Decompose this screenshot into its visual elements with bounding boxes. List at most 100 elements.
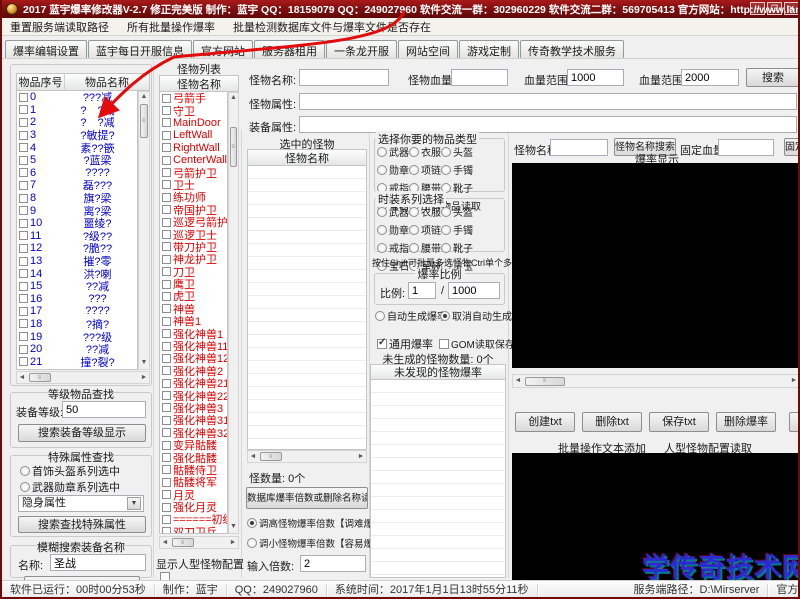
fashion-radio[interactable]: 手镯 — [441, 222, 473, 237]
tab[interactable]: 传奇教学技术服务 — [520, 40, 624, 58]
checkbox[interactable] — [162, 440, 171, 450]
checkbox[interactable] — [19, 344, 28, 354]
txt-action-button[interactable]: 创建txt — [515, 412, 575, 432]
item-type-radio[interactable]: 衣服 — [409, 144, 441, 159]
jewelry-helmet-radio[interactable]: 首饰头盔系列选中 — [20, 463, 120, 479]
ratio-numerator-input[interactable] — [408, 282, 436, 299]
item-table-hscrollbar[interactable]: ◄ ≡ ► — [16, 371, 150, 384]
column-header-item-name[interactable]: 物品名称 — [65, 74, 149, 90]
scroll-down-icon[interactable]: ▼ — [229, 522, 238, 532]
radio-icon[interactable] — [247, 518, 257, 528]
checkbox[interactable] — [162, 502, 171, 512]
list-item[interactable]: 强化神兽21 — [160, 377, 227, 389]
search-button[interactable]: 搜索 — [746, 68, 798, 87]
scroll-right-icon[interactable]: ► — [139, 373, 149, 383]
checkbox[interactable] — [19, 155, 28, 165]
special-attr-dropdown[interactable]: 隐身属性 ▼ — [18, 495, 144, 512]
scroll-thumb[interactable]: ≡ — [140, 104, 148, 138]
scroll-down-icon[interactable]: ▼ — [139, 358, 149, 368]
list-item[interactable]: 变异骷髅 — [160, 439, 227, 451]
list-item[interactable]: 鹰卫 — [160, 278, 227, 290]
column-header-undiscovered[interactable]: 未发现的怪物爆率 — [371, 364, 505, 380]
tab[interactable]: 一条龙开服 — [326, 40, 397, 58]
checkbox[interactable] — [162, 192, 171, 202]
checkbox[interactable] — [19, 319, 28, 329]
checkbox[interactable] — [162, 453, 171, 463]
checkbox[interactable] — [162, 254, 171, 264]
checkbox[interactable] — [162, 93, 171, 103]
checkbox[interactable] — [162, 391, 171, 401]
checkbox[interactable] — [19, 357, 28, 367]
monster-attr-input[interactable] — [299, 93, 797, 110]
checkbox[interactable] — [162, 242, 171, 252]
tab[interactable]: 网站空间 — [398, 40, 458, 58]
scroll-thumb[interactable]: ≡ — [230, 127, 237, 167]
radio-icon[interactable] — [440, 310, 450, 321]
item-type-radio[interactable]: 项链 — [409, 162, 441, 177]
list-item[interactable]: MainDoor — [160, 117, 227, 129]
list-item[interactable]: 强化月灵 — [160, 501, 227, 513]
maximize-button[interactable]: ❐ — [767, 2, 782, 15]
raise-rate-radio[interactable]: 调高怪物爆率倍数【调难爆】 — [247, 516, 383, 530]
equip-level-input[interactable] — [62, 401, 146, 418]
list-item[interactable]: 双刀卫兵 — [160, 526, 227, 533]
checkbox[interactable] — [162, 180, 171, 190]
list-item[interactable]: 强化骷髅 — [160, 451, 227, 464]
checkbox[interactable] — [19, 332, 28, 342]
checkbox[interactable] — [19, 92, 28, 102]
scroll-left-icon[interactable]: ◄ — [248, 452, 258, 462]
ratio-denominator-input[interactable] — [448, 282, 500, 299]
radio-icon[interactable] — [377, 164, 387, 175]
auto-generate-radio[interactable]: 自动生成爆率 — [375, 308, 447, 323]
selected-table-hscrollbar[interactable]: ◄ ≡ ► — [247, 450, 367, 463]
menu-item[interactable]: 批量检测数据库文件与爆率文件是否存在 — [231, 18, 433, 36]
weapon-medal-radio[interactable]: 武器勋章系列选中 — [20, 479, 120, 495]
txt-action-button[interactable]: 删除爆率 — [716, 412, 776, 432]
fashion-radio[interactable]: 武器 — [377, 204, 409, 219]
checkbox[interactable] — [19, 306, 28, 316]
scroll-left-icon[interactable]: ◄ — [513, 376, 523, 386]
radio-icon[interactable] — [20, 482, 30, 492]
scroll-thumb[interactable]: ≡ — [525, 376, 565, 386]
list-item[interactable]: 巡逻弓箭护卫 — [160, 216, 227, 228]
checkbox[interactable] — [162, 465, 171, 475]
checkbox[interactable] — [162, 490, 171, 500]
scroll-left-icon[interactable]: ◄ — [17, 373, 27, 383]
checkbox[interactable] — [162, 316, 171, 326]
list-item[interactable]: 强化神兽3 — [160, 402, 227, 414]
item-type-radio[interactable]: 勋章 — [377, 162, 409, 177]
fixed-hp-search-button-clipped[interactable]: 固定 — [784, 138, 798, 156]
checkbox[interactable] — [162, 267, 171, 277]
tab[interactable]: 游戏定制 — [459, 40, 519, 58]
list-item[interactable]: 强化神兽12 — [160, 352, 227, 365]
column-header-item-id[interactable]: 物品序号 — [17, 74, 65, 90]
right-monster-name-input[interactable] — [550, 139, 608, 156]
txt-action-button[interactable]: 保存txt — [649, 412, 709, 432]
tab[interactable]: 官方网站 — [193, 40, 253, 58]
checkbox[interactable] — [162, 514, 171, 524]
checkbox[interactable] — [19, 218, 28, 228]
list-item[interactable]: 神兽1 — [160, 315, 227, 327]
checkbox[interactable] — [19, 256, 28, 266]
item-type-radio[interactable]: 武器 — [377, 144, 409, 159]
radio-icon[interactable] — [377, 224, 387, 235]
list-item[interactable]: 帝国护卫 — [160, 204, 227, 216]
menu-item[interactable]: 所有批量操作爆率 — [125, 18, 217, 36]
radio-icon[interactable] — [441, 164, 451, 175]
lower-rate-radio[interactable]: 调小怪物爆率倍数【容易爆】 — [247, 536, 383, 550]
list-item[interactable]: 强化神兽22 — [160, 389, 227, 402]
fashion-radio[interactable]: 头盔 — [441, 204, 473, 219]
chevron-down-icon[interactable]: ▼ — [127, 497, 141, 510]
checkbox[interactable] — [162, 428, 171, 438]
table-row[interactable]: 21 撞?裂? — [17, 355, 137, 369]
action-button-clipped[interactable] — [789, 412, 798, 432]
radio-icon[interactable] — [409, 146, 419, 157]
checkbox[interactable] — [19, 168, 28, 178]
minimize-button[interactable]: – — [750, 2, 765, 15]
scroll-thumb[interactable]: ≡ — [260, 452, 282, 461]
list-item[interactable]: 带刀护卫 — [160, 241, 227, 253]
checkbox[interactable] — [162, 106, 171, 116]
radio-icon[interactable] — [409, 224, 419, 235]
scroll-up-icon[interactable]: ▲ — [139, 92, 149, 102]
list-item[interactable]: 弓箭手 — [160, 92, 227, 104]
